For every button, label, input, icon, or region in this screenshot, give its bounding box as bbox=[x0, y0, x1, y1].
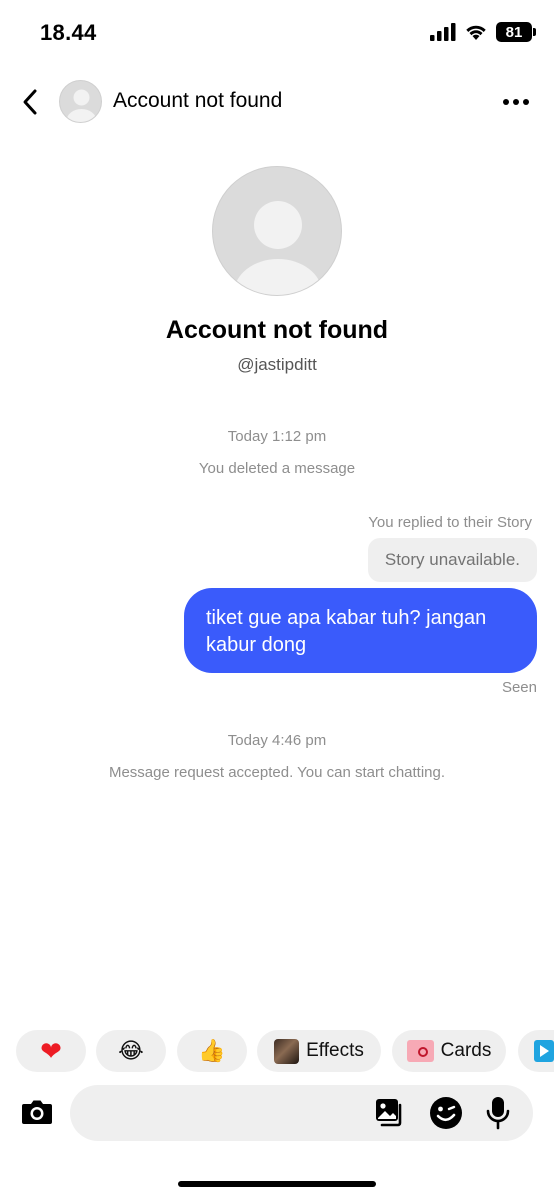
default-avatar-icon bbox=[66, 89, 97, 122]
status-bar: 18.44 81 bbox=[0, 0, 554, 66]
gallery-button[interactable] bbox=[372, 1095, 408, 1131]
gallery-icon bbox=[376, 1099, 402, 1127]
effects-thumbnail-icon bbox=[274, 1038, 300, 1064]
thumbs-up-icon: 👍 bbox=[198, 1038, 226, 1063]
sent-message-text: tiket gue apa kabar tuh? jangan kabur do… bbox=[206, 607, 487, 656]
thread-header: Account not found bbox=[0, 74, 554, 130]
message-input[interactable] bbox=[84, 1095, 364, 1131]
story-reply-label: You replied to their Story bbox=[368, 514, 532, 531]
timestamp: Today 1:12 pm bbox=[227, 428, 327, 445]
home-indicator[interactable] bbox=[178, 1181, 376, 1187]
laughing-emoji-icon: 😂 bbox=[118, 1038, 144, 1063]
camera-icon bbox=[22, 1100, 52, 1124]
effects-label: Effects bbox=[306, 1040, 364, 1061]
status-time: 18.44 bbox=[40, 20, 97, 45]
sticker-button[interactable] bbox=[428, 1095, 464, 1131]
message-composer bbox=[70, 1085, 533, 1141]
timestamp: Today 4:46 pm bbox=[227, 732, 327, 749]
cards-button[interactable]: Cards bbox=[392, 1030, 506, 1072]
play-app-icon bbox=[534, 1040, 554, 1062]
quick-actions-row: ❤ 😂 👍 Effects Cards bbox=[16, 1030, 554, 1072]
sent-message-bubble[interactable]: tiket gue apa kabar tuh? jangan kabur do… bbox=[184, 588, 537, 673]
back-button[interactable] bbox=[14, 86, 46, 118]
thumbs-up-reaction-button[interactable]: 👍 bbox=[177, 1030, 247, 1072]
profile-handle: @jastipditt bbox=[237, 355, 317, 374]
dm-thread-screen: 18.44 81 Account not found Account not f… bbox=[0, 0, 554, 1199]
more-horizontal-icon bbox=[503, 99, 529, 105]
heart-reaction-button[interactable]: ❤ bbox=[16, 1030, 86, 1072]
header-avatar[interactable] bbox=[59, 80, 102, 123]
cards-label: Cards bbox=[440, 1040, 492, 1061]
deleted-message-notice: You deleted a message bbox=[198, 460, 356, 477]
voice-message-button[interactable] bbox=[480, 1095, 516, 1131]
gift-card-icon bbox=[406, 1040, 434, 1062]
more-options-button[interactable] bbox=[500, 86, 532, 118]
sticker-icon bbox=[430, 1097, 462, 1129]
camera-button[interactable] bbox=[20, 1095, 54, 1129]
story-unavailable-text: Story unavailable. bbox=[384, 550, 520, 569]
microphone-icon bbox=[486, 1097, 510, 1130]
default-avatar-icon bbox=[234, 201, 322, 295]
heart-icon: ❤ bbox=[40, 1035, 62, 1066]
profile-name: Account not found bbox=[165, 316, 389, 344]
header-title[interactable]: Account not found bbox=[113, 89, 282, 113]
chevron-left-icon bbox=[23, 89, 37, 115]
story-unavailable-card[interactable]: Story unavailable. bbox=[367, 538, 537, 582]
more-apps-button[interactable] bbox=[518, 1030, 554, 1072]
status-icons: 81 bbox=[430, 22, 536, 42]
battery-icon: 81 bbox=[496, 22, 536, 42]
battery-level: 81 bbox=[505, 23, 523, 41]
seen-status: Seen bbox=[501, 679, 537, 696]
request-accepted-notice: Message request accepted. You can start … bbox=[108, 764, 446, 781]
profile-avatar[interactable] bbox=[212, 166, 342, 296]
effects-button[interactable]: Effects bbox=[257, 1030, 381, 1072]
signal-icon bbox=[430, 23, 456, 41]
laugh-reaction-button[interactable]: 😂 bbox=[96, 1030, 166, 1072]
wifi-icon bbox=[466, 25, 486, 40]
